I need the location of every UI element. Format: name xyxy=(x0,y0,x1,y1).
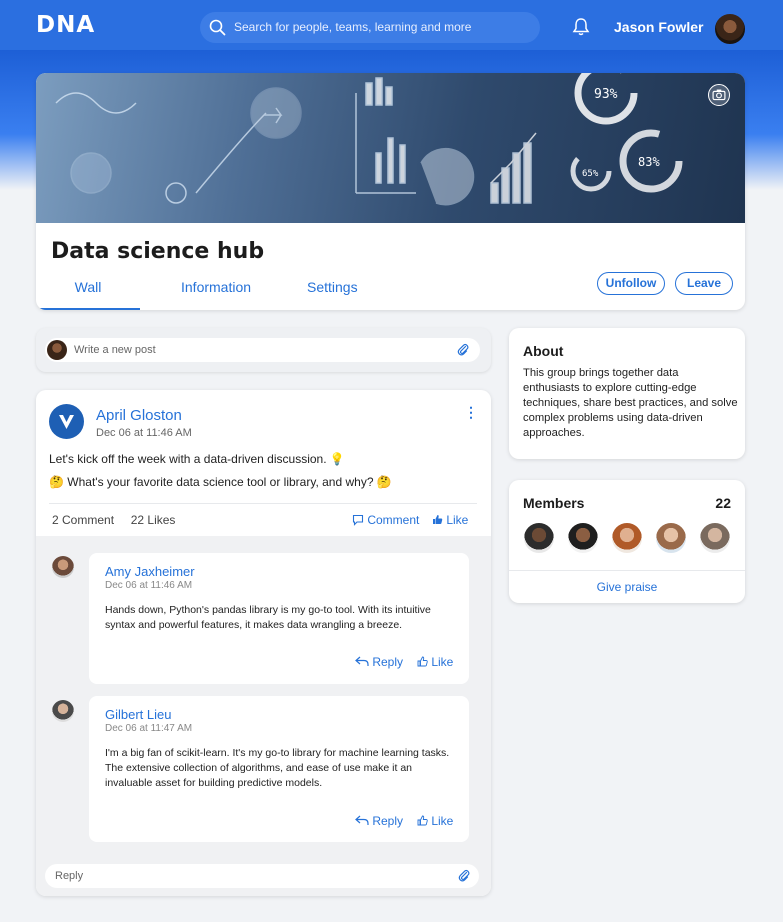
banner-stat-2: 65% xyxy=(582,169,599,179)
banner-stat-3: 83% xyxy=(638,155,660,169)
user-name[interactable]: Jason Fowler xyxy=(614,19,703,35)
app-logo[interactable]: DNA xyxy=(36,12,95,38)
comment-button[interactable]: Comment xyxy=(352,513,419,527)
tab-settings[interactable]: Settings xyxy=(307,279,358,295)
author-logo-icon xyxy=(59,415,74,429)
reply-button[interactable]: Reply xyxy=(355,814,403,828)
top-nav-bar: DNA Search for people, teams, learning a… xyxy=(0,0,783,50)
member-avatar[interactable] xyxy=(656,523,686,553)
comment-timestamp: Dec 06 at 11:46 AM xyxy=(105,580,193,591)
comment-like-button[interactable]: Like xyxy=(417,814,453,828)
thumbs-up-outline-icon xyxy=(417,656,428,667)
post-timestamp: Dec 06 at 11:46 AM xyxy=(96,427,192,439)
comment-button-label: Comment xyxy=(367,513,420,527)
composer-avatar xyxy=(47,340,67,360)
post-text-line-1: Let's kick off the week with a data-driv… xyxy=(49,452,345,466)
reply-placeholder: Reply xyxy=(55,870,84,882)
reply-label: Reply xyxy=(372,655,404,669)
like-count[interactable]: 22 Likes xyxy=(131,513,176,527)
group-title: Data science hub xyxy=(51,239,265,264)
about-card: About This group brings together data en… xyxy=(509,328,745,459)
group-header-card: 93% 65% 83% Data science hub Wall Inform… xyxy=(36,73,745,310)
member-avatar[interactable] xyxy=(568,523,598,553)
search-placeholder: Search for people, teams, learning and m… xyxy=(234,20,472,34)
thumbs-up-outline-icon xyxy=(417,815,428,826)
tab-wall[interactable]: Wall xyxy=(36,279,140,310)
post-author-avatar[interactable] xyxy=(49,404,84,439)
comment-text: I'm a big fan of scikit-learn. It's my g… xyxy=(105,747,450,789)
comment-text: Hands down, Python's pandas library is m… xyxy=(105,604,431,631)
post-text-line-2: 🤔 What's your favorite data science tool… xyxy=(49,475,392,489)
members-divider xyxy=(509,570,745,571)
post-author-name[interactable]: April Gloston xyxy=(96,407,182,424)
banner-illustration: 93% 65% 83% xyxy=(55,73,683,206)
members-card: Members 22 Give praise xyxy=(509,480,745,603)
member-avatar[interactable] xyxy=(524,523,554,553)
comment-like-label: Like xyxy=(431,655,454,669)
attach-paperclip-icon[interactable] xyxy=(457,343,469,357)
post-composer: Write a new post xyxy=(36,328,491,372)
post-more-options-icon[interactable]: ⋮ xyxy=(464,405,478,419)
leave-button[interactable]: Leave xyxy=(675,272,733,295)
change-cover-camera-icon[interactable] xyxy=(708,84,730,106)
comment-author-avatar[interactable] xyxy=(52,556,74,578)
reply-input[interactable]: Reply xyxy=(45,864,479,888)
member-avatar[interactable] xyxy=(612,523,642,553)
comment-author-name[interactable]: Gilbert Lieu xyxy=(105,707,171,722)
like-button-label: Like xyxy=(446,513,469,527)
comment-like-label: Like xyxy=(431,814,454,828)
comment-like-button[interactable]: Like xyxy=(417,655,453,669)
reply-label: Reply xyxy=(372,814,404,828)
search-icon xyxy=(209,19,226,36)
new-post-input[interactable]: Write a new post xyxy=(45,338,480,362)
comment-author-name[interactable]: Amy Jaxheimer xyxy=(105,564,195,579)
comments-section: Amy Jaxheimer Dec 06 at 11:46 AM Hands d… xyxy=(36,536,491,896)
comment-author-avatar[interactable] xyxy=(52,700,74,722)
comment-card: Amy Jaxheimer Dec 06 at 11:46 AM Hands d… xyxy=(89,553,469,684)
comment-count[interactable]: 2 Comment xyxy=(52,513,114,527)
give-praise-button[interactable]: Give praise xyxy=(509,580,745,594)
tab-information[interactable]: Information xyxy=(181,279,251,295)
notification-bell-icon[interactable] xyxy=(571,17,591,37)
about-text: This group brings together data enthusia… xyxy=(523,367,738,439)
members-count: 22 xyxy=(715,495,731,511)
post-card: April Gloston Dec 06 at 11:46 AM ⋮ Let's… xyxy=(36,390,491,896)
thumbs-up-icon xyxy=(433,515,443,524)
post-divider xyxy=(49,503,477,504)
comment-timestamp: Dec 06 at 11:47 AM xyxy=(105,723,193,734)
members-title: Members xyxy=(523,495,585,511)
search-bar[interactable]: Search for people, teams, learning and m… xyxy=(200,12,540,43)
reply-button[interactable]: Reply xyxy=(355,655,403,669)
new-post-placeholder: Write a new post xyxy=(74,344,156,356)
comment-icon xyxy=(352,514,364,526)
attach-paperclip-icon[interactable] xyxy=(458,869,470,883)
about-title: About xyxy=(523,343,564,359)
post-stats: 2 Comment 22 Likes xyxy=(52,513,175,527)
reply-arrow-icon xyxy=(355,815,369,825)
comment-card: Gilbert Lieu Dec 06 at 11:47 AM I'm a bi… xyxy=(89,696,469,842)
reply-arrow-icon xyxy=(355,656,369,666)
user-avatar[interactable] xyxy=(713,12,747,46)
group-banner-image: 93% 65% 83% xyxy=(36,73,745,223)
like-button[interactable]: Like xyxy=(432,513,468,527)
unfollow-button[interactable]: Unfollow xyxy=(597,272,665,295)
member-avatar[interactable] xyxy=(700,523,730,553)
banner-stat-1: 93% xyxy=(594,87,618,102)
